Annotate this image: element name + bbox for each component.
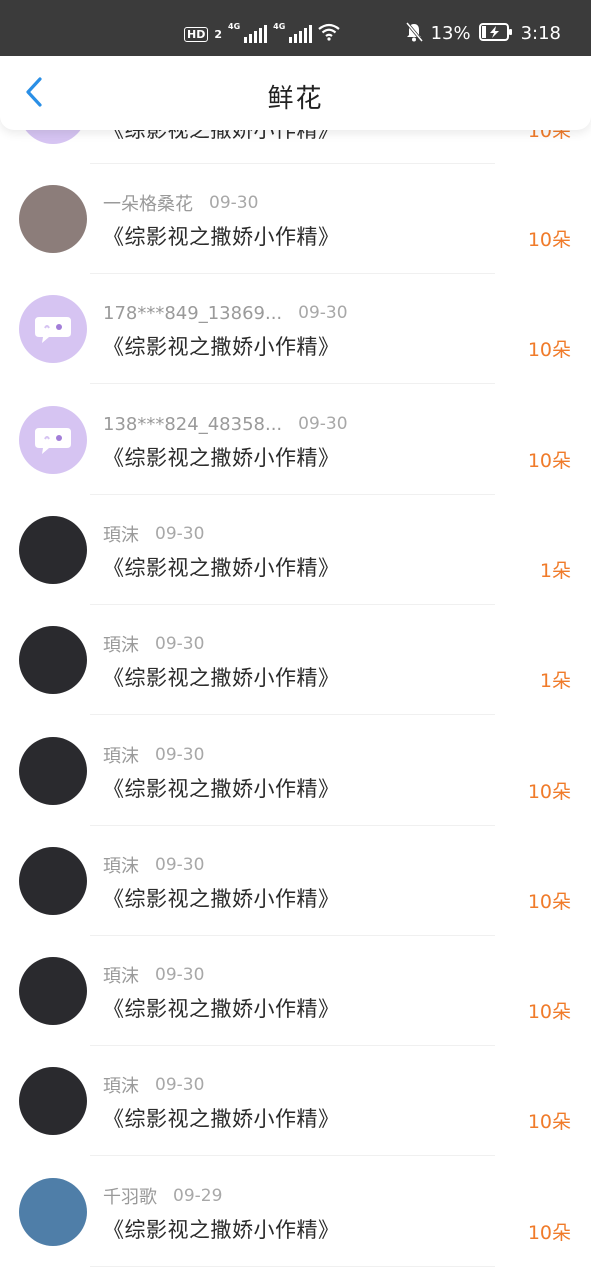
user-name: 頊沫 xyxy=(103,746,139,767)
gift-date: 09-30 xyxy=(155,524,205,544)
gift-date: 09-30 xyxy=(155,634,205,654)
item-meta: 一朵格桑花 09-30 xyxy=(103,191,258,215)
flower-count: 10朵 xyxy=(527,450,571,472)
wifi-icon xyxy=(318,23,340,45)
list-item[interactable]: 頊沫 09-30 《综影视之撒娇小作精》 1朵 xyxy=(0,606,591,716)
chat-bubble-icon xyxy=(35,317,71,343)
user-name: 頊沫 xyxy=(103,1076,139,1097)
divider xyxy=(90,604,495,605)
gift-date: 09-30 xyxy=(155,855,205,875)
book-title: 《综影视之撒娇小作精》 xyxy=(103,225,340,249)
item-meta: 千羽歌 09-29 xyxy=(103,1184,222,1208)
item-meta: 178***849_13869... 09-30 xyxy=(103,301,348,325)
divider xyxy=(90,1155,495,1156)
user-name: 千羽歌 xyxy=(103,1187,157,1208)
item-meta: 頊沫 09-30 xyxy=(103,632,204,656)
page-title: 鲜花 xyxy=(267,84,324,114)
list-item[interactable]: 一朵格桑花 09-30 《综影视之撒娇小作精》 10朵 xyxy=(0,165,591,275)
battery-percent: 13% xyxy=(430,23,471,44)
flower-list[interactable]: 《综影视之撒娇小作精》 10朵 一朵格桑花 09-30 《综影视之撒娇小作精》 10朵… xyxy=(0,0,591,1280)
avatar[interactable] xyxy=(19,957,87,1025)
user-name: 頊沫 xyxy=(103,966,139,987)
gift-date: 09-30 xyxy=(209,193,259,213)
gift-date: 09-30 xyxy=(298,303,348,323)
book-title: 《综影视之撒娇小作精》 xyxy=(103,556,340,580)
battery-charging-icon xyxy=(478,23,513,45)
divider xyxy=(90,163,495,164)
user-name: 一朵格桑花 xyxy=(103,194,193,215)
gift-date: 09-30 xyxy=(155,1075,205,1095)
gift-date: 09-30 xyxy=(155,745,205,765)
avatar[interactable] xyxy=(19,626,87,694)
book-title: 《综影视之撒娇小作精》 xyxy=(103,1218,340,1242)
avatar[interactable] xyxy=(19,406,87,474)
flower-count: 10朵 xyxy=(527,1001,571,1023)
avatar[interactable] xyxy=(19,295,87,363)
book-title: 《综影视之撒娇小作精》 xyxy=(103,666,340,690)
book-title: 《综影视之撒娇小作精》 xyxy=(103,446,340,470)
divider xyxy=(90,714,495,715)
divider xyxy=(90,935,495,936)
list-item[interactable]: 頊沫 09-30 《综影视之撒娇小作精》 1朵 xyxy=(0,496,591,606)
flower-count: 10朵 xyxy=(527,229,571,251)
mute-bell-icon xyxy=(405,22,423,46)
flower-count: 10朵 xyxy=(527,891,571,913)
gift-date: 09-29 xyxy=(173,1186,223,1206)
network-type: 4G xyxy=(228,22,241,31)
clock: 3:18 xyxy=(520,23,561,44)
top-navigation-bar: 鲜花 xyxy=(0,56,591,130)
list-item[interactable]: 頊沫 09-30 《综影视之撒娇小作精》 10朵 xyxy=(0,827,591,937)
sim-badge: 2 xyxy=(214,27,222,41)
user-name: 138***824_48358... xyxy=(103,413,283,435)
flower-count: 10朵 xyxy=(527,339,571,361)
flower-count: 1朵 xyxy=(539,560,571,582)
item-meta: 頊沫 09-30 xyxy=(103,853,204,877)
avatar[interactable] xyxy=(19,1067,87,1135)
list-item[interactable]: 178***849_13869... 09-30 《综影视之撒娇小作精》 10朵 xyxy=(0,275,591,385)
list-item[interactable]: 千羽歌 09-29 《综影视之撒娇小作精》 10朵 xyxy=(0,1158,591,1268)
item-meta: 頊沫 09-30 xyxy=(103,743,204,767)
chat-bubble-icon xyxy=(35,428,71,454)
flower-count: 1朵 xyxy=(539,670,571,692)
book-title: 《综影视之撒娇小作精》 xyxy=(103,997,340,1021)
avatar[interactable] xyxy=(19,1178,87,1246)
list-item[interactable]: 頊沫 09-30 《综影视之撒娇小作精》 10朵 xyxy=(0,1047,591,1157)
gift-date: 09-30 xyxy=(155,965,205,985)
hd-badge: HD xyxy=(184,26,209,42)
divider xyxy=(90,273,495,274)
status-bar: HD 2 4G 4G 13% 3:18 xyxy=(0,0,591,56)
avatar[interactable] xyxy=(19,737,87,805)
gift-date: 09-30 xyxy=(298,414,348,434)
list-item[interactable]: 138***824_48358... 09-30 《综影视之撒娇小作精》 10朵 xyxy=(0,386,591,496)
user-name: 頊沫 xyxy=(103,856,139,877)
list-item[interactable]: 頊沫 09-30 《综影视之撒娇小作精》 10朵 xyxy=(0,937,591,1047)
item-meta: 頊沫 09-30 xyxy=(103,522,204,546)
book-title: 《综影视之撒娇小作精》 xyxy=(103,335,340,359)
divider xyxy=(90,1266,495,1267)
avatar[interactable] xyxy=(19,185,87,253)
network-type: 4G xyxy=(273,22,286,31)
user-name: 178***849_13869... xyxy=(103,302,283,324)
user-name: 頊沫 xyxy=(103,525,139,546)
divider xyxy=(90,825,495,826)
item-meta: 頊沫 09-30 xyxy=(103,1073,204,1097)
avatar[interactable] xyxy=(19,847,87,915)
signal-icon xyxy=(244,25,268,43)
book-title: 《综影视之撒娇小作精》 xyxy=(103,887,340,911)
book-title: 《综影视之撒娇小作精》 xyxy=(103,777,340,801)
list-item[interactable]: 頊沫 09-30 《综影视之撒娇小作精》 10朵 xyxy=(0,717,591,827)
flower-count: 10朵 xyxy=(527,1111,571,1133)
item-meta: 頊沫 09-30 xyxy=(103,963,204,987)
signal-icon xyxy=(289,25,313,43)
flower-count: 10朵 xyxy=(527,781,571,803)
divider xyxy=(90,1045,495,1046)
book-title: 《综影视之撒娇小作精》 xyxy=(103,1107,340,1131)
item-meta: 138***824_48358... 09-30 xyxy=(103,412,348,436)
flower-count: 10朵 xyxy=(527,1222,571,1244)
divider xyxy=(90,383,495,384)
user-name: 頊沫 xyxy=(103,635,139,656)
divider xyxy=(90,494,495,495)
avatar[interactable] xyxy=(19,516,87,584)
